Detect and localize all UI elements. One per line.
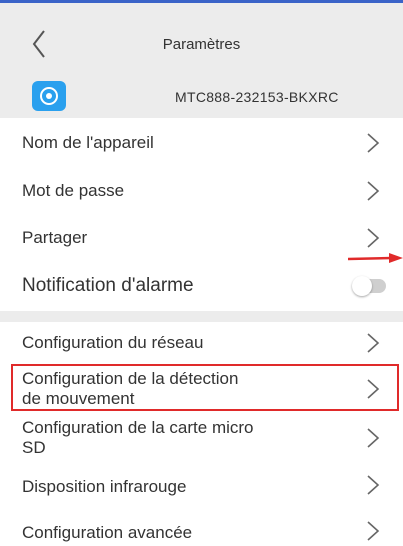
settings-item-share[interactable]: Partager <box>0 215 403 262</box>
settings-item-label: Disposition infrarouge <box>22 477 187 496</box>
settings-item-sd-card[interactable]: Configuration de la carte micro SD <box>0 412 403 464</box>
settings-item-advanced[interactable]: Configuration avancée <box>0 509 403 546</box>
settings-item-label: Configuration du réseau <box>22 333 204 352</box>
chevron-right-icon <box>367 181 380 201</box>
settings-item-network[interactable]: Configuration du réseau <box>0 322 403 365</box>
alarm-notification-toggle[interactable] <box>352 276 386 296</box>
settings-item-infrared[interactable]: Disposition infrarouge <box>0 463 403 510</box>
section-divider <box>0 311 403 322</box>
chevron-right-icon <box>367 475 380 495</box>
red-arrow-annotation <box>348 253 403 263</box>
chevron-right-icon <box>367 333 380 353</box>
settings-item-password[interactable]: Mot de passe <box>0 168 403 216</box>
settings-item-label-line2: SD <box>22 438 46 457</box>
settings-item-label: Nom de l'appareil <box>22 133 154 152</box>
page-title: Paramètres <box>162 36 241 53</box>
chevron-right-icon <box>367 133 380 153</box>
toggle-knob <box>352 276 372 296</box>
settings-item-alarm-notification: Notification d'alarme <box>0 261 403 311</box>
settings-item-device-name[interactable]: Nom de l'appareil <box>0 118 403 169</box>
settings-item-label: Notification d'alarme <box>22 275 194 296</box>
chevron-right-icon <box>367 228 380 248</box>
settings-item-label: Partager <box>22 228 88 247</box>
highlight-box-annotation <box>11 364 399 411</box>
camera-icon <box>32 81 66 111</box>
chevron-right-icon <box>367 521 380 541</box>
settings-item-label-line1: Configuration de la carte micro <box>22 418 254 437</box>
chevron-right-icon <box>367 428 380 448</box>
settings-item-label: Configuration avancée <box>22 523 193 542</box>
device-header: MTC888-232153-BKXRC <box>0 66 403 118</box>
device-name: MTC888-232153-BKXRC <box>175 89 339 105</box>
settings-item-label: Mot de passe <box>22 181 125 200</box>
